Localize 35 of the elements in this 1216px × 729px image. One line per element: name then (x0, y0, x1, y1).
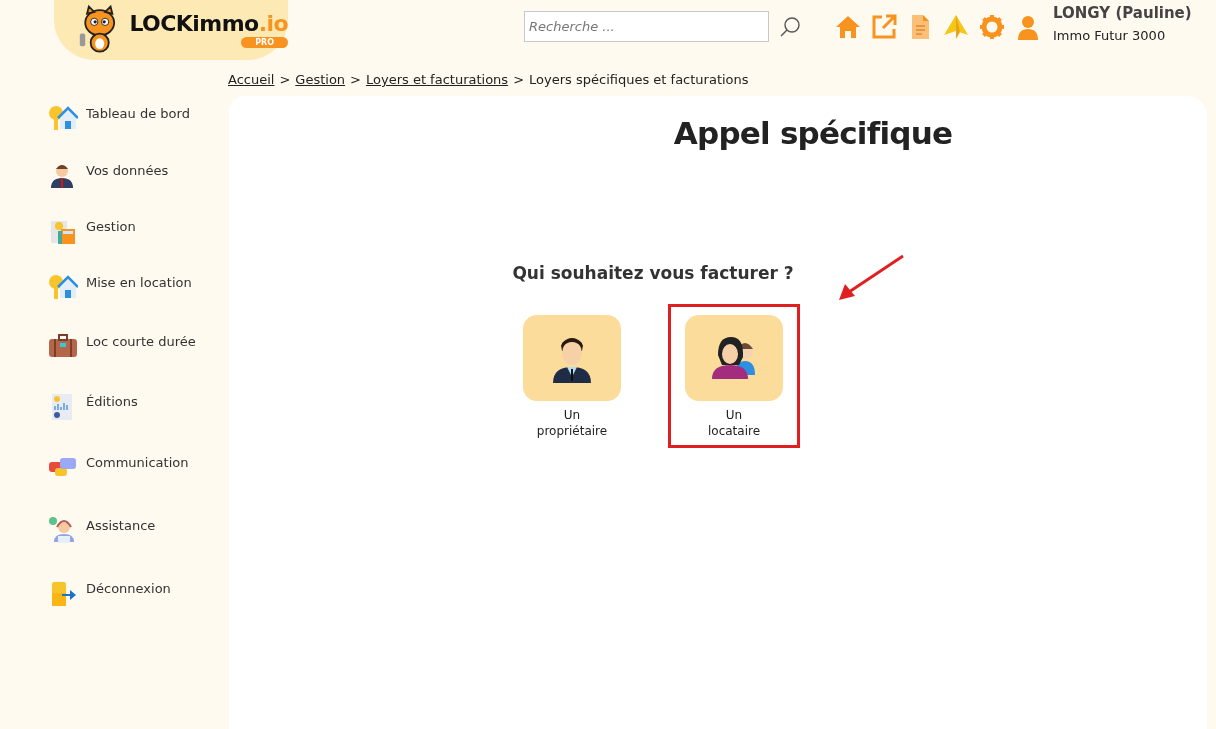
sidebar-item[interactable]: Tableau de bord (86, 104, 190, 124)
company-name: Immo Futur 3000 (1053, 27, 1167, 45)
breadcrumb-link[interactable]: Gestion (295, 70, 346, 90)
paper-plane-icon[interactable] (943, 14, 969, 40)
breadcrumb-separator: > (350, 71, 361, 90)
user-icon[interactable] (1015, 14, 1041, 40)
page-title: Appel spécifique (673, 114, 953, 153)
search-icon[interactable] (779, 16, 801, 38)
breadcrumb-separator: > (513, 71, 525, 90)
pro-badge: PRO (241, 36, 288, 48)
sidebar-item[interactable]: Mise en location (86, 273, 192, 293)
option-button[interactable] (523, 315, 621, 401)
option-button[interactable] (685, 315, 783, 401)
sidebar-item[interactable]: Éditions (86, 392, 138, 412)
option-label: Un (725, 407, 743, 423)
sidebar-item[interactable]: Assistance (86, 516, 156, 536)
sidebar-item[interactable]: Vos données (86, 161, 169, 181)
breadcrumb-link[interactable]: Accueil (228, 70, 275, 90)
breadcrumb-separator: > (279, 71, 291, 90)
settings-icon[interactable] (979, 14, 1005, 40)
option-label: propriétaire (536, 423, 608, 439)
option-label: locataire (707, 423, 761, 439)
home-icon[interactable] (835, 14, 861, 40)
sidebar-item[interactable]: Communication (86, 453, 189, 473)
external-link-icon[interactable] (871, 14, 897, 40)
sidebar-item[interactable]: Gestion (86, 217, 136, 237)
logo-wordmark: LOCKimmo.io (129, 12, 288, 35)
user-name: LONGY (Pauline) (1053, 4, 1192, 22)
sidebar-item[interactable]: Déconnexion (86, 579, 171, 599)
option-label: Un (563, 407, 581, 423)
question-heading: Qui souhaitez vous facturer ? (512, 261, 794, 285)
search-field[interactable]: Recherche ... (524, 11, 769, 42)
sidebar-item[interactable]: Loc courte durée (86, 332, 196, 352)
breadcrumb-link[interactable]: Loyers et facturations (366, 70, 509, 90)
breadcrumb-current: Loyers spécifiques et facturations (529, 71, 749, 90)
